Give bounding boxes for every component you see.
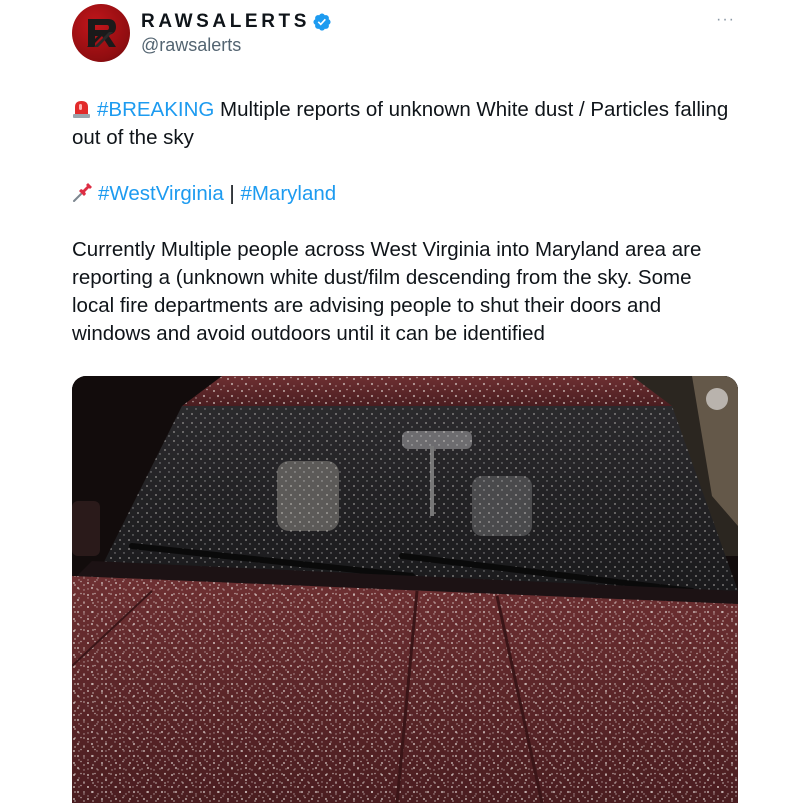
avatar[interactable] [72,4,130,62]
police-siren-emoji [73,101,90,118]
user-handle[interactable]: @rawsalerts [141,35,241,56]
car-dust-photo [72,376,738,803]
display-name-text[interactable]: RAWSALERTS [141,11,310,33]
hashtag-breaking[interactable]: #BREAKING [97,98,214,121]
rawsalerts-logo-icon [87,19,116,47]
post-body: Currently Multiple people across West Vi… [72,238,702,345]
display-name[interactable]: RAWSALERTS [141,10,332,34]
verified-badge-icon [313,13,331,31]
hashtag-separator: | [223,182,241,205]
post-headline: #BREAKING Multiple reports of unknown Wh… [72,96,732,152]
more-options-icon[interactable]: ··· [716,12,735,28]
image-alt-icon[interactable] [706,388,728,410]
hashtag-westvirginia[interactable]: #WestVirginia [98,182,224,205]
tweet: RAWSALERTS @rawsalerts ··· #BREAKING Mul… [0,0,792,803]
hashtag-maryland[interactable]: #Maryland [240,182,336,205]
post-image[interactable] [72,376,738,803]
hashtag-line: #WestVirginia | #Maryland [72,180,732,208]
pushpin-emoji [73,183,92,202]
